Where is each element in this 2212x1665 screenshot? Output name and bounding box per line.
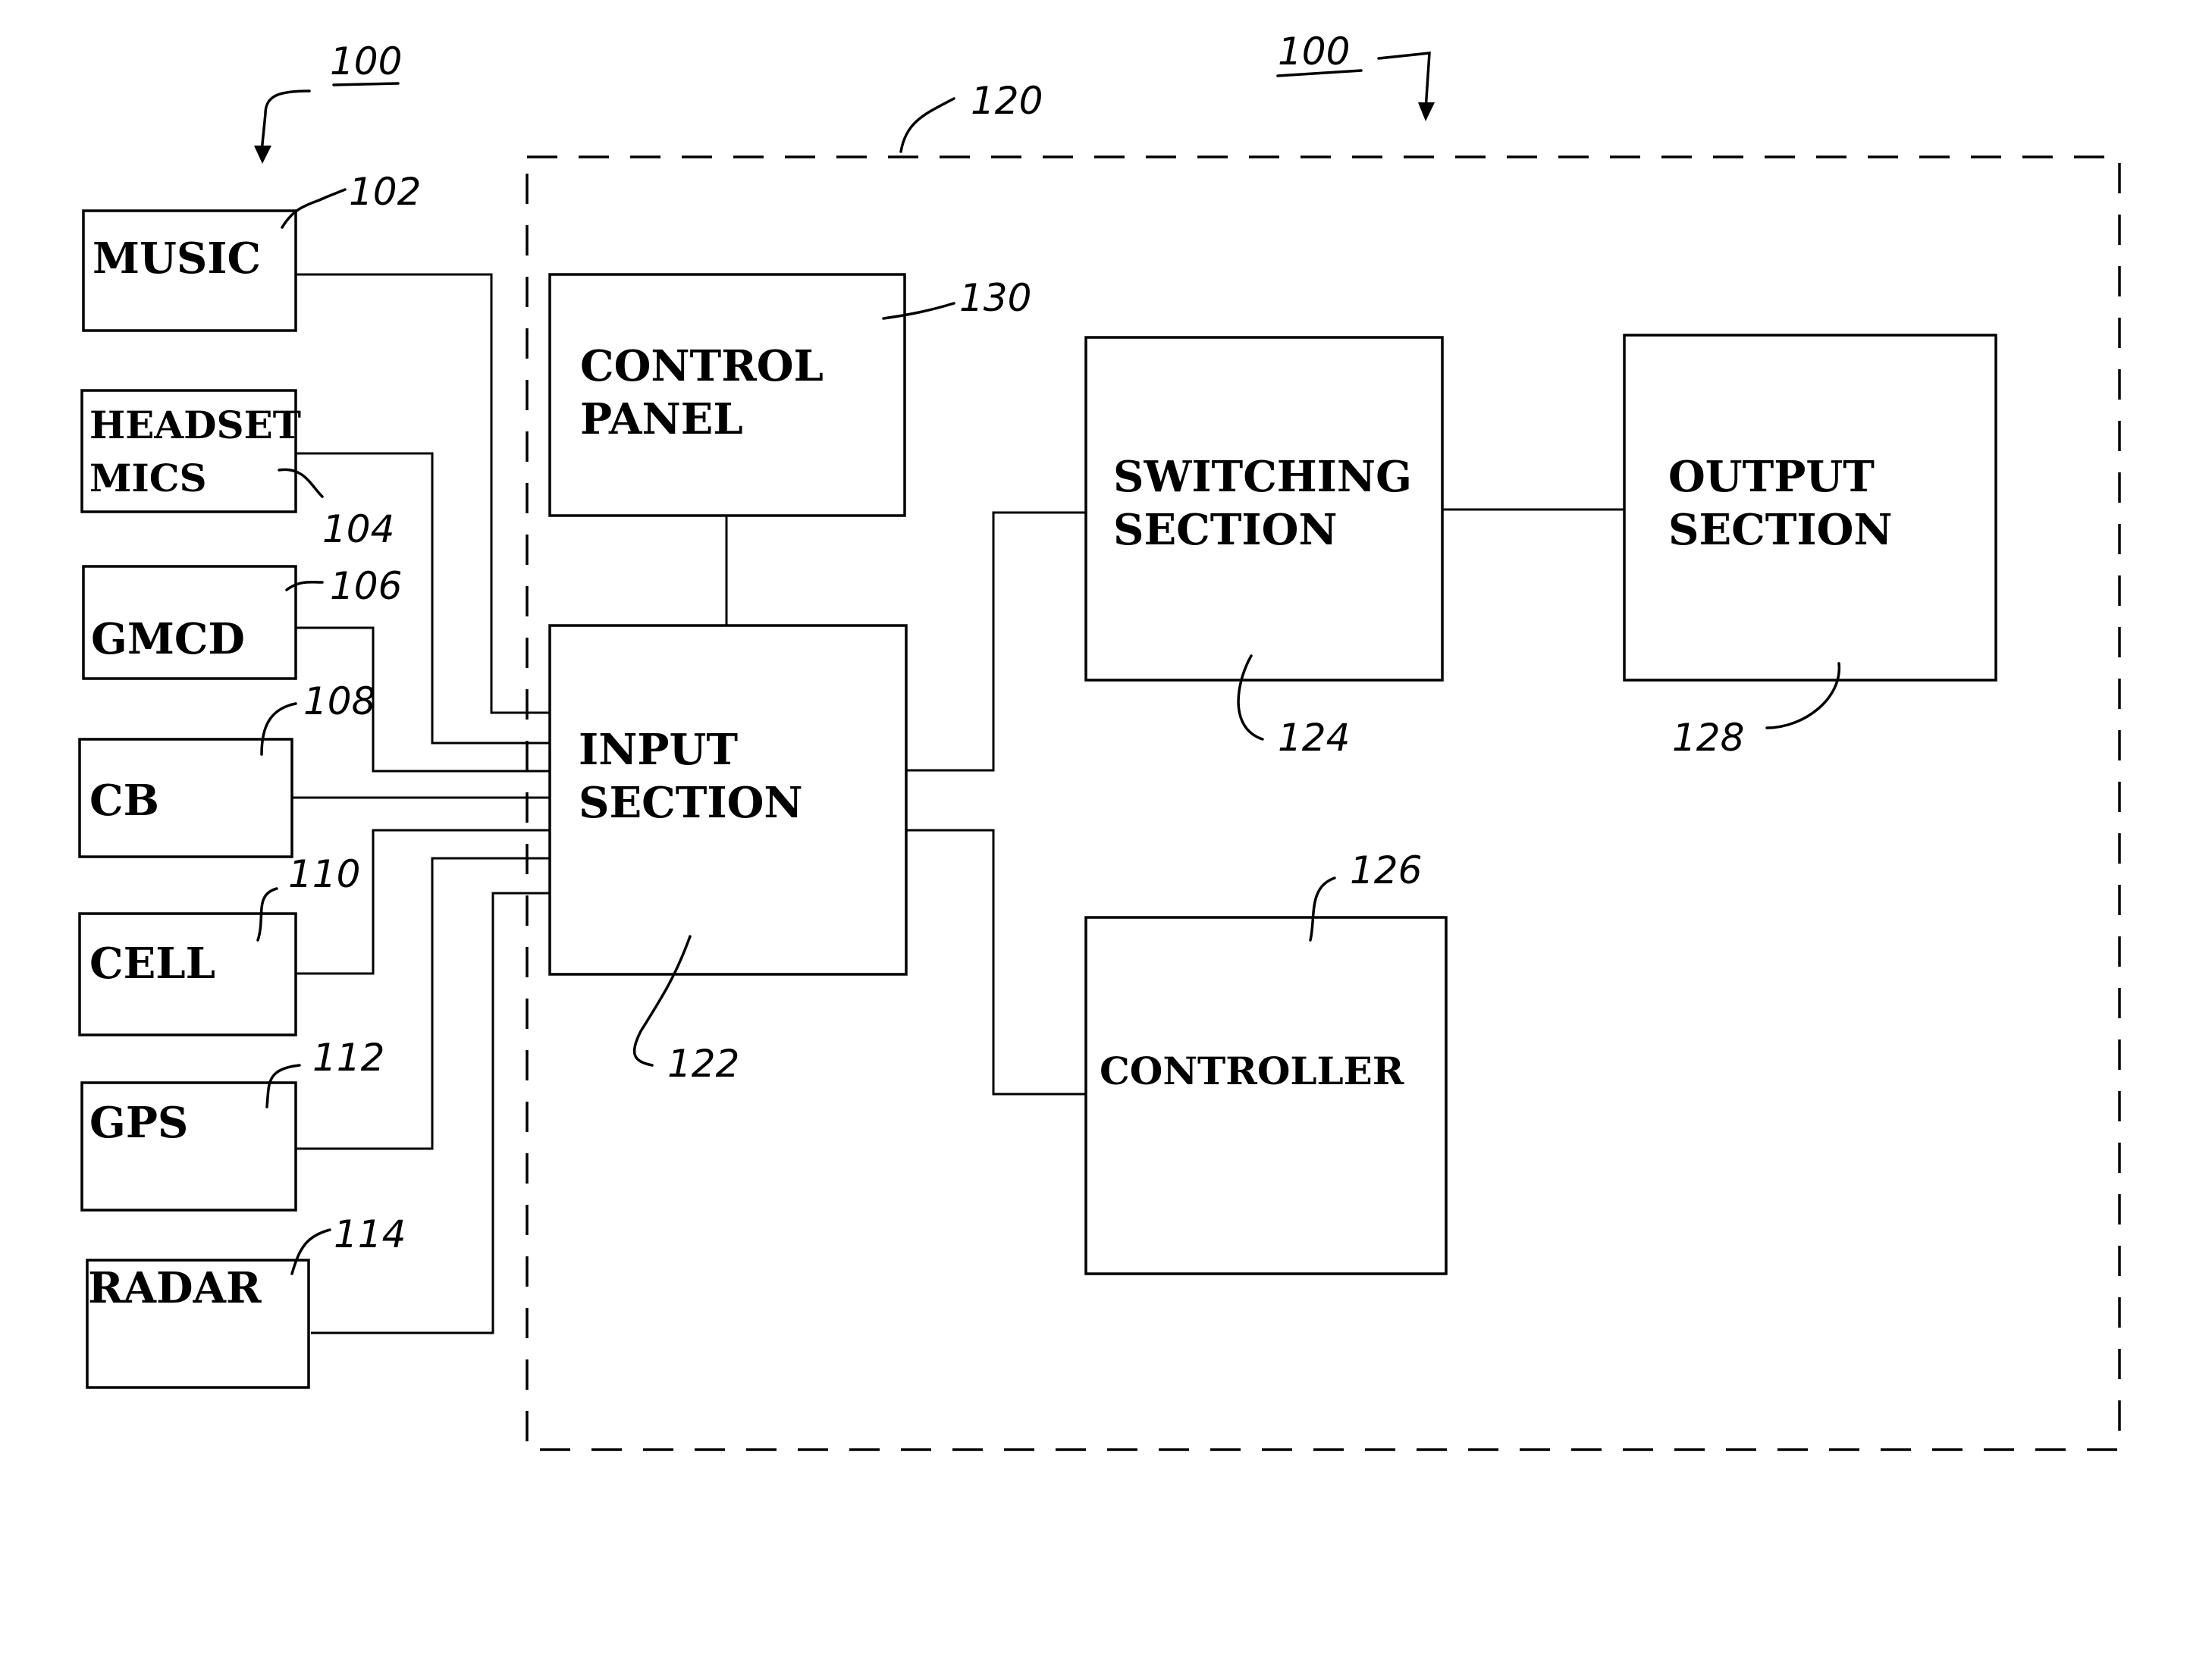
control-panel-label-line2: PANEL	[580, 394, 743, 444]
source-cell[interactable]: CELL	[78, 912, 297, 1036]
wire-radar	[311, 892, 550, 1334]
ref-104-text: 104	[322, 507, 394, 551]
source-wires	[292, 273, 550, 1334]
ref-120-leader	[899, 97, 955, 153]
source-headset-mics[interactable]: HEADSET MICS	[80, 389, 301, 513]
input-section-label-line1: INPUT	[579, 725, 738, 775]
input-section-label-line2: SECTION	[579, 778, 803, 828]
gps-label: GPS	[89, 1098, 188, 1148]
block-switching-section[interactable]: SWITCHING SECTION	[1084, 336, 1444, 682]
source-gps[interactable]: GPS	[80, 1081, 297, 1212]
radar-label: RADAR	[88, 1263, 262, 1313]
source-gmcd[interactable]: GMCD	[82, 565, 297, 680]
source-music[interactable]: MUSIC	[82, 209, 297, 332]
wire-gps	[296, 857, 550, 1150]
ref-100-arrow-right	[1377, 52, 1431, 111]
ref-130-text: 130	[959, 276, 1031, 320]
arrowhead-down-icon	[1418, 102, 1435, 121]
ref-120: 120	[899, 79, 1043, 153]
source-cb[interactable]: CB	[78, 738, 293, 858]
switching-section-label-line1: SWITCHING	[1113, 452, 1412, 502]
ref-128-text: 128	[1672, 716, 1744, 760]
switching-section-label-line2: SECTION	[1113, 505, 1338, 555]
block-diagram: MUSIC HEADSET MICS GMCD CB CELL GPS RADA…	[78, 30, 2121, 1451]
ref-overall-right: 100	[1276, 30, 1435, 121]
ref-100-left: 100	[330, 39, 402, 83]
controller-box	[1084, 916, 1448, 1275]
source-radar[interactable]: RADAR	[86, 1259, 310, 1389]
ref-100-right: 100	[1278, 30, 1350, 74]
wire-input-to-controller	[906, 829, 1086, 1096]
headset-label-line1: HEADSET	[89, 403, 301, 447]
ref-114-text: 114	[334, 1212, 406, 1256]
wire-input-to-switching	[906, 511, 1086, 772]
headset-label-line2: MICS	[89, 456, 207, 500]
block-controller[interactable]: CONTROLLER	[1084, 916, 1448, 1275]
gmcd-label: GMCD	[91, 614, 245, 664]
ref-122-text: 122	[667, 1042, 739, 1086]
ref-106-text: 106	[330, 564, 402, 608]
ref-106: 106	[285, 564, 402, 608]
cell-label: CELL	[89, 939, 215, 989]
cb-label: CB	[89, 776, 159, 826]
control-panel-label-line1: CONTROL	[580, 341, 824, 391]
ref-100-underline-left	[332, 82, 400, 86]
ref-100-arrow-left	[260, 89, 311, 153]
output-section-label-line2: SECTION	[1668, 505, 1893, 555]
controller-label: CONTROLLER	[1100, 1049, 1404, 1093]
block-control-panel[interactable]: CONTROL PANEL	[548, 273, 906, 517]
music-label: MUSIC	[93, 234, 261, 284]
wire-music	[296, 273, 550, 714]
output-section-label-line1: OUTPUT	[1668, 452, 1875, 502]
ref-110-text: 110	[288, 852, 360, 896]
ref-126-text: 126	[1350, 848, 1422, 892]
ref-124-text: 124	[1278, 716, 1350, 760]
ref-102-text: 102	[349, 170, 421, 214]
block-output-section[interactable]: OUTPUT SECTION	[1623, 334, 1997, 682]
ref-overall-left: 100	[254, 39, 402, 164]
ref-102: 102	[281, 170, 421, 229]
arrowhead-down-icon	[254, 146, 271, 164]
ref-120-text: 120	[971, 79, 1043, 123]
block-input-section[interactable]: INPUT SECTION	[548, 624, 908, 976]
ref-112-text: 112	[312, 1036, 384, 1080]
ref-108-text: 108	[303, 679, 375, 723]
